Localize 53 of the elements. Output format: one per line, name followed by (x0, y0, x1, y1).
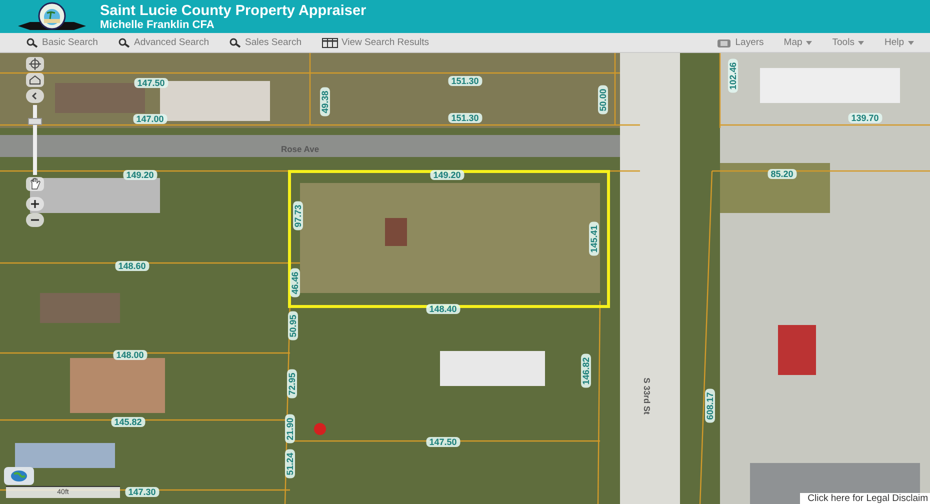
app-title: Saint Lucie County Property Appraiser (100, 2, 366, 18)
parcel-dimension-label: 139.70 (848, 113, 882, 123)
toolbar-link[interactable]: Layers (717, 37, 764, 48)
parcel-dimension-label: 151.30 (448, 113, 482, 123)
parcel-dimension-label: 147.00 (133, 114, 167, 124)
caret-icon (858, 40, 864, 44)
app-subtitle: Michelle Franklin CFA (100, 18, 216, 30)
parcel-dimension-label: 50.95 (288, 312, 298, 340)
caret-icon (806, 40, 812, 44)
parcel-dimension-label: 46.46 (290, 268, 300, 298)
parcel-dimension-label: 147.50 (134, 78, 168, 88)
basemap-button[interactable] (4, 467, 34, 485)
toolbar-link[interactable]: View Search Results (322, 37, 429, 48)
hand-icon[interactable] (26, 177, 44, 191)
legal-disclaimer-link[interactable]: Click here for Legal Disclaim (800, 493, 930, 504)
globe-icon (10, 470, 28, 482)
home-icon[interactable] (26, 73, 44, 87)
parcel-dimension-label: 146.82 (581, 354, 591, 388)
parcel-dimension-label: 148.60 (115, 261, 149, 271)
parcel-dimension-label: 149.20 (123, 170, 157, 180)
toolbar-link[interactable]: Sales Search (228, 37, 302, 48)
parcel-dimension-label: 147.30 (125, 487, 159, 497)
parcel-dimension-label: 147.50 (426, 437, 460, 447)
parcel-dimension-label: 51.24 (285, 450, 295, 478)
parcel-dimension-label: 72.95 (287, 370, 297, 398)
search-icon (26, 38, 38, 48)
parcel-dimension-label: 50.00 (598, 86, 608, 114)
parcel-dimension-label: 151.30 (448, 76, 482, 86)
pan-icon[interactable] (26, 57, 44, 71)
parcel-dimension-label: 148.00 (113, 350, 147, 360)
parcel-dimension-label: 149.20 (430, 170, 464, 180)
search-icon (118, 38, 130, 48)
street-label: Rose Ave (280, 144, 320, 154)
parcel-dimension-label: 21.90 (285, 414, 295, 444)
caret-icon (908, 40, 914, 44)
parcel-dimension-label: 97.73 (293, 202, 303, 230)
parcel-dimension-label: 145.82 (111, 417, 145, 427)
menu-dropdown[interactable]: Help (884, 37, 914, 48)
parcel-dimension-label: 85.20 (768, 169, 796, 179)
menu-dropdown[interactable]: Map (784, 37, 812, 48)
layers-icon (717, 38, 732, 48)
menu-dropdown[interactable]: Tools (832, 37, 864, 48)
parcel-dimension-label: 145.41 (589, 222, 599, 256)
street-label: S 33rd St (642, 376, 652, 416)
table-icon (322, 38, 338, 48)
toolbar-link[interactable]: Basic Search (26, 37, 98, 48)
parcel-dimension-label: 608.17 (705, 389, 715, 423)
parcel-dimension-label: 49.38 (320, 88, 330, 116)
search-icon (228, 38, 241, 48)
parcel-dimension-label: 102.46 (728, 59, 738, 93)
toolbar-link[interactable]: Advanced Search (118, 37, 209, 48)
parcel-dimension-label: 148.40 (426, 304, 460, 314)
county-seal-logo (16, 2, 88, 32)
